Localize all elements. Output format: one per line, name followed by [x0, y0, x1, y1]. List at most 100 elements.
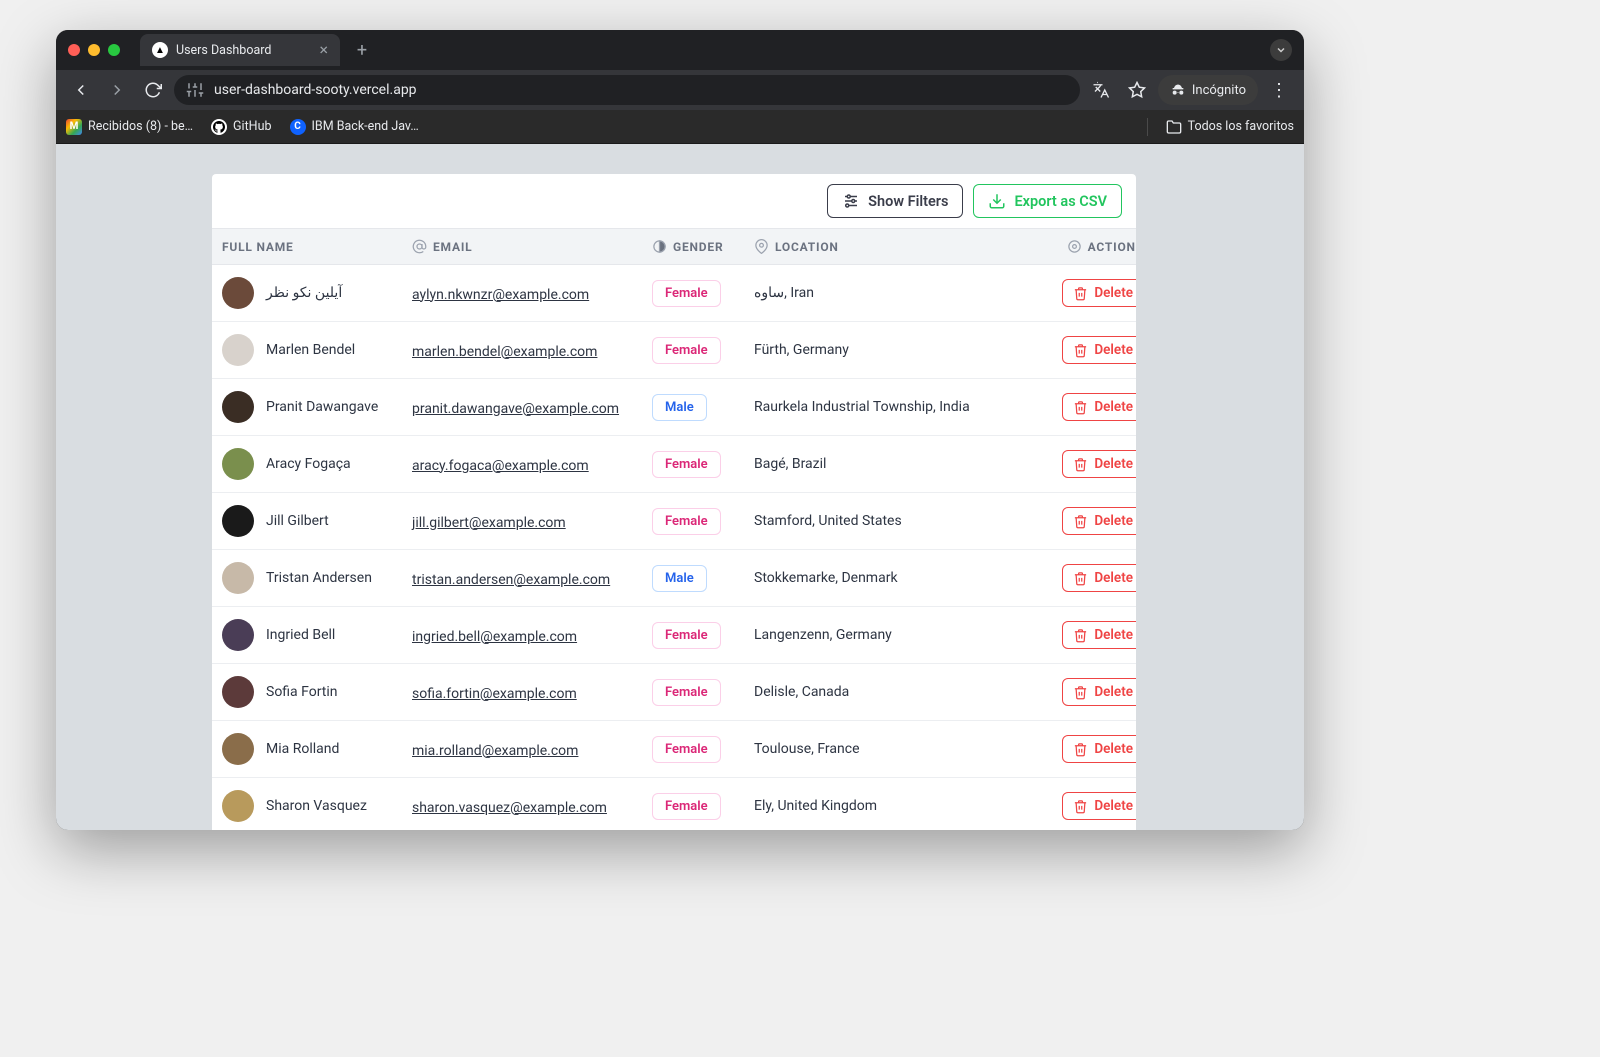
th-email: EMAIL — [412, 239, 652, 254]
cell-actions: Delete — [1044, 279, 1136, 307]
email-link[interactable]: sharon.vasquez@example.com — [412, 800, 607, 816]
table-row: Tristan Andersentristan.andersen@example… — [212, 550, 1136, 607]
incognito-indicator[interactable]: Incógnito — [1158, 75, 1258, 105]
trash-icon — [1073, 742, 1088, 757]
tab-strip: ▲ Users Dashboard × + — [56, 30, 1304, 70]
close-tab-button[interactable]: × — [319, 42, 328, 58]
delete-label: Delete — [1094, 342, 1133, 358]
user-name: Mia Rolland — [266, 741, 339, 757]
cell-gender: Male — [652, 565, 754, 592]
address-bar[interactable]: user-dashboard-sooty.vercel.app — [174, 75, 1080, 105]
delete-button[interactable]: Delete — [1062, 564, 1136, 592]
incognito-icon — [1170, 82, 1186, 98]
cell-full-name: Mia Rolland — [222, 733, 412, 765]
cell-location: Raurkela Industrial Township, India — [754, 399, 1044, 415]
avatar — [222, 562, 254, 594]
forward-button[interactable] — [102, 75, 132, 105]
gender-badge: Female — [652, 508, 721, 535]
translate-button[interactable] — [1086, 75, 1116, 105]
new-tab-button[interactable]: + — [350, 40, 374, 61]
delete-button[interactable]: Delete — [1062, 621, 1136, 649]
email-link[interactable]: jill.gilbert@example.com — [412, 515, 566, 531]
bookmark-gmail[interactable]: M Recibidos (8) - be… — [66, 119, 193, 135]
cell-actions: Delete — [1044, 507, 1136, 535]
delete-button[interactable]: Delete — [1062, 450, 1136, 478]
tab-search-button[interactable] — [1270, 39, 1292, 61]
delete-button[interactable]: Delete — [1062, 735, 1136, 763]
trash-icon — [1073, 514, 1088, 529]
table-body: آیلین نكو نظرaylyn.nkwnzr@example.com Fem… — [212, 265, 1136, 830]
trash-icon — [1073, 343, 1088, 358]
gender-badge: Female — [652, 337, 721, 364]
email-link[interactable]: aracy.fogaca@example.com — [412, 458, 589, 474]
email-link[interactable]: marlen.bendel@example.com — [412, 344, 597, 360]
email-link[interactable]: pranit.dawangave@example.com — [412, 401, 619, 417]
gender-badge: Female — [652, 451, 721, 478]
cell-email: sharon.vasquez@example.com — [412, 797, 652, 816]
user-name: Marlen Bendel — [266, 342, 355, 358]
cell-email: tristan.andersen@example.com — [412, 569, 652, 588]
table-row: Sofia Fortinsofia.fortin@example.comFema… — [212, 664, 1136, 721]
trash-icon — [1073, 400, 1088, 415]
cell-email: jill.gilbert@example.com — [412, 512, 652, 531]
email-link[interactable]: mia.rolland@example.com — [412, 743, 578, 759]
bookmark-button[interactable] — [1122, 75, 1152, 105]
browser-tab[interactable]: ▲ Users Dashboard × — [140, 34, 340, 66]
reload-button[interactable] — [138, 75, 168, 105]
browser-menu-button[interactable]: ⋮ — [1264, 80, 1294, 101]
show-filters-button[interactable]: Show Filters — [827, 184, 963, 218]
cell-full-name: آیلین نكو نظر — [222, 277, 412, 309]
gmail-icon: M — [66, 119, 82, 135]
delete-label: Delete — [1094, 798, 1133, 814]
bookmark-github[interactable]: GitHub — [211, 119, 271, 135]
avatar — [222, 505, 254, 537]
delete-button[interactable]: Delete — [1062, 336, 1136, 364]
bookmark-ibm[interactable]: C IBM Back-end Jav… — [290, 119, 419, 135]
cell-full-name: Ingried Bell — [222, 619, 412, 651]
cell-location: Stokkemarke, Denmark — [754, 570, 1044, 586]
email-link[interactable]: aylyn.nkwnzr@example.com — [412, 287, 589, 303]
maximize-window-button[interactable] — [108, 44, 120, 56]
delete-label: Delete — [1094, 627, 1133, 643]
window-controls — [68, 44, 120, 56]
sliders-icon — [842, 192, 860, 210]
delete-button[interactable]: Delete — [1062, 792, 1136, 820]
email-link[interactable]: tristan.andersen@example.com — [412, 572, 610, 588]
avatar — [222, 391, 254, 423]
cell-actions: Delete — [1044, 621, 1136, 649]
delete-button[interactable]: Delete — [1062, 279, 1136, 307]
delete-label: Delete — [1094, 285, 1133, 301]
user-name: Ingried Bell — [266, 627, 335, 643]
bookmark-label: GitHub — [233, 119, 271, 134]
email-link[interactable]: sofia.fortin@example.com — [412, 686, 577, 702]
table-row: Jill Gilbert jill.gilbert@example.com Fema… — [212, 493, 1136, 550]
delete-label: Delete — [1094, 399, 1133, 415]
delete-button[interactable]: Delete — [1062, 393, 1136, 421]
site-settings-icon[interactable] — [186, 81, 204, 99]
delete-button[interactable]: Delete — [1062, 678, 1136, 706]
cell-actions: Delete — [1044, 792, 1136, 820]
email-link[interactable]: ingried.bell@example.com — [412, 629, 577, 645]
gender-badge: Female — [652, 793, 721, 820]
contrast-icon — [652, 239, 667, 254]
cell-actions: Delete — [1044, 336, 1136, 364]
cell-email: ingried.bell@example.com — [412, 626, 652, 645]
close-window-button[interactable] — [68, 44, 80, 56]
cell-full-name: Pranit Dawangave — [222, 391, 412, 423]
cell-email: sofia.fortin@example.com — [412, 683, 652, 702]
cell-full-name: Tristan Andersen — [222, 562, 412, 594]
trash-icon — [1073, 628, 1088, 643]
cell-full-name: Marlen Bendel — [222, 334, 412, 366]
all-bookmarks-button[interactable]: Todos los favoritos — [1166, 119, 1294, 135]
avatar — [222, 790, 254, 822]
cell-actions: Delete — [1044, 450, 1136, 478]
record-icon — [1067, 239, 1082, 254]
bookmark-label: IBM Back-end Jav… — [312, 119, 419, 134]
minimize-window-button[interactable] — [88, 44, 100, 56]
user-name: Jill Gilbert — [266, 513, 329, 529]
cell-gender: Female — [652, 451, 754, 478]
delete-button[interactable]: Delete — [1062, 507, 1136, 535]
delete-label: Delete — [1094, 513, 1133, 529]
export-csv-button[interactable]: Export as CSV — [973, 184, 1122, 218]
back-button[interactable] — [66, 75, 96, 105]
